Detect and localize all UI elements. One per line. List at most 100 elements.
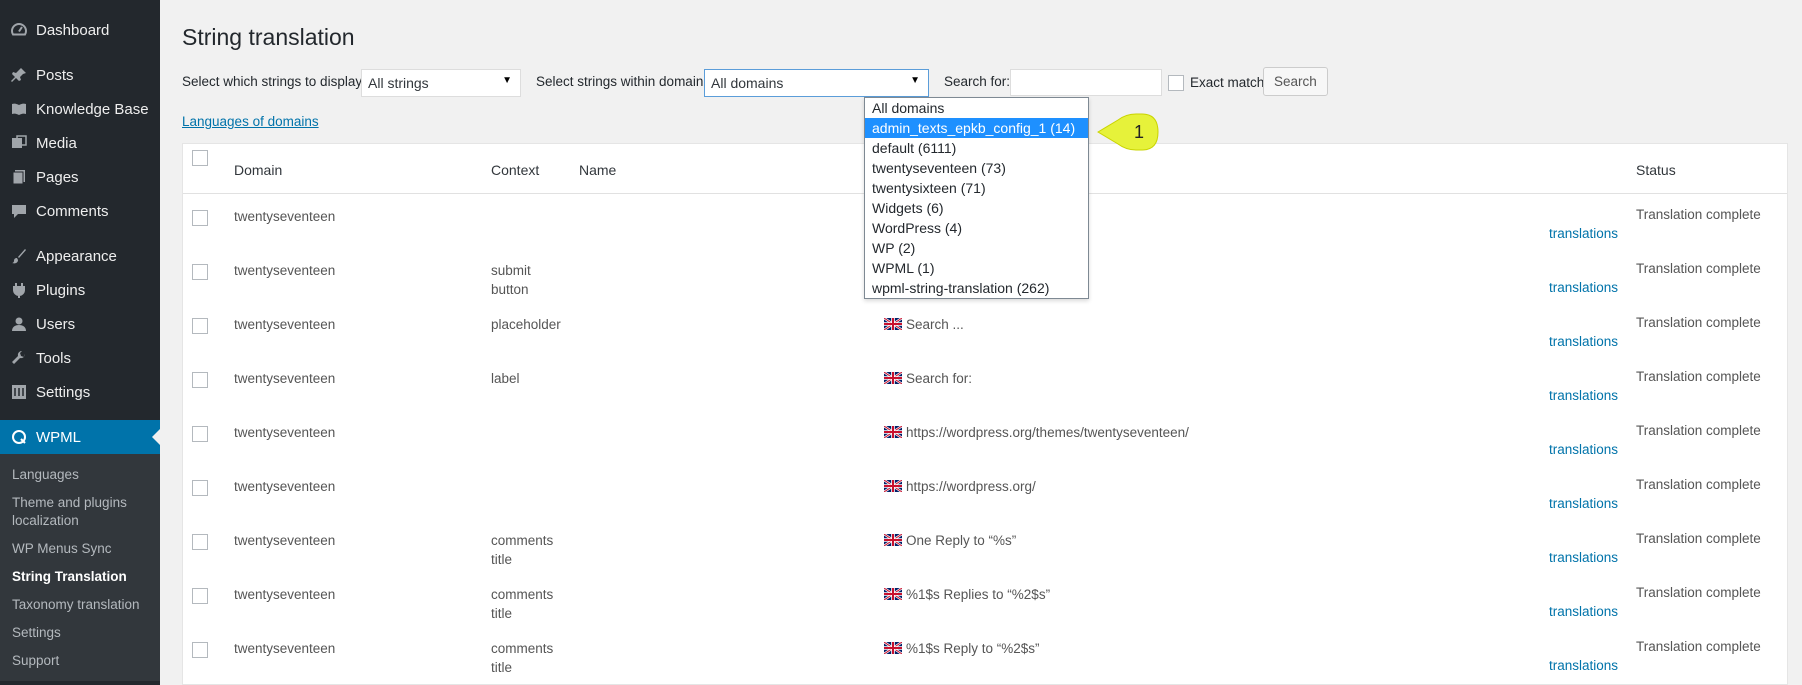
row-context: placeholder	[491, 317, 561, 332]
row-status: Translation complete	[1636, 531, 1761, 546]
sidebar-item-appearance[interactable]: Appearance	[0, 239, 160, 273]
page-title: String translation	[182, 24, 355, 50]
select-all-checkbox[interactable]	[192, 150, 208, 166]
search-input[interactable]	[1010, 69, 1162, 96]
search-label: Search for:	[944, 74, 1011, 89]
row-domain: twentyseventeen	[234, 371, 336, 386]
row-translations-link[interactable]: translations	[1549, 442, 1618, 457]
table-row: twentyseventeen comments title One Reply t…	[183, 520, 1787, 574]
plug-icon	[10, 281, 28, 299]
row-checkbox[interactable]	[192, 318, 208, 334]
table-row: twentyseventeen label Search for: translati…	[183, 358, 1787, 412]
sidebar-item-pages[interactable]: Pages	[0, 160, 160, 194]
book-icon	[10, 100, 28, 118]
row-translations-link[interactable]: translations	[1549, 226, 1618, 241]
sidebar-item-label: Comments	[36, 202, 109, 220]
display-select[interactable]: All strings ▼	[361, 69, 521, 97]
row-status: Translation complete	[1636, 477, 1761, 492]
row-translations-link[interactable]: translations	[1549, 496, 1618, 511]
submenu-item-settings[interactable]: Settings	[0, 619, 160, 647]
domain-option[interactable]: All domains	[865, 98, 1088, 118]
sidebar-item-posts[interactable]: Posts	[0, 58, 160, 92]
row-checkbox[interactable]	[192, 480, 208, 496]
row-status: Translation complete	[1636, 207, 1761, 222]
row-translations-link[interactable]: translations	[1549, 388, 1618, 403]
row-context: submit button	[491, 263, 531, 297]
exact-match-label: Exact match	[1190, 75, 1265, 90]
row-status: Translation complete	[1636, 639, 1761, 654]
row-domain: twentyseventeen	[234, 209, 336, 224]
row-domain: twentyseventeen	[234, 317, 336, 332]
sidebar-item-label: Pages	[36, 168, 79, 186]
sidebar-item-media[interactable]: Media	[0, 126, 160, 160]
uk-flag-icon	[884, 372, 902, 384]
row-domain: twentyseventeen	[234, 533, 336, 548]
row-checkbox[interactable]	[192, 426, 208, 442]
domain-option[interactable]: WP (2)	[865, 238, 1088, 258]
sidebar-item-wpml[interactable]: WPML	[0, 420, 160, 454]
table-row: twentyseventeen placeholder Search ... tran…	[183, 304, 1787, 358]
sidebar-item-comments[interactable]: Comments	[0, 194, 160, 228]
row-checkbox[interactable]	[192, 372, 208, 388]
uk-flag-icon	[884, 426, 902, 438]
row-domain: twentyseventeen	[234, 587, 336, 602]
submenu-item-theme-plugins-localization[interactable]: Theme and plugins localization	[0, 489, 160, 535]
languages-of-domains-link[interactable]: Languages of domains	[182, 114, 319, 129]
comment-icon	[10, 202, 28, 220]
header-context: Context	[491, 162, 540, 178]
domain-option[interactable]: twentysixteen (71)	[865, 178, 1088, 198]
table-row: twentyseventeen comments title %1$s Reply …	[183, 628, 1787, 682]
row-status: Translation complete	[1636, 585, 1761, 600]
media-icon	[10, 134, 28, 152]
settings-icon	[10, 383, 28, 401]
row-translations-link[interactable]: translations	[1549, 334, 1618, 349]
domain-select[interactable]: All domains ▼	[704, 69, 929, 97]
brush-icon	[10, 247, 28, 265]
sidebar-item-users[interactable]: Users	[0, 307, 160, 341]
row-checkbox[interactable]	[192, 642, 208, 658]
domain-option[interactable]: Widgets (6)	[865, 198, 1088, 218]
row-checkbox[interactable]	[192, 534, 208, 550]
uk-flag-icon	[884, 534, 902, 546]
row-status: Translation complete	[1636, 369, 1761, 384]
row-translations-link[interactable]: translations	[1549, 658, 1618, 673]
submenu-item-wp-menus-sync[interactable]: WP Menus Sync	[0, 535, 160, 563]
submenu-item-taxonomy-translation[interactable]: Taxonomy translation	[0, 591, 160, 619]
row-context: comments title	[491, 587, 554, 621]
domain-option[interactable]: WPML (1)	[865, 258, 1088, 278]
row-translations-link[interactable]: translations	[1549, 280, 1618, 295]
row-string: %1$s Reply to “%2$s”	[884, 639, 1040, 658]
submenu-item-languages[interactable]: Languages	[0, 461, 160, 489]
sidebar-item-dashboard[interactable]: Dashboard	[0, 13, 160, 47]
sidebar-item-tools[interactable]: Tools	[0, 341, 160, 375]
sidebar-item-label: Tools	[36, 349, 72, 367]
sidebar-item-settings[interactable]: Settings	[0, 375, 160, 409]
domain-option[interactable]: default (6111)	[865, 138, 1088, 158]
exact-match-checkbox[interactable]	[1168, 75, 1184, 91]
sidebar-item-plugins[interactable]: Plugins	[0, 273, 160, 307]
domain-filter-label: Select strings within domain:	[536, 74, 708, 89]
domain-option[interactable]: admin_texts_epkb_config_1 (14)	[865, 118, 1088, 138]
row-string-text: %1$s Reply to “%2$s”	[906, 641, 1040, 656]
domain-option[interactable]: WordPress (4)	[865, 218, 1088, 238]
row-checkbox[interactable]	[192, 264, 208, 280]
row-checkbox[interactable]	[192, 588, 208, 604]
search-button[interactable]: Search	[1263, 67, 1328, 96]
domain-option[interactable]: twentyseventeen (73)	[865, 158, 1088, 178]
row-checkbox[interactable]	[192, 210, 208, 226]
domain-option[interactable]: wpml-string-translation (262)	[865, 278, 1088, 298]
chevron-down-icon: ▼	[502, 75, 512, 86]
submenu-item-string-translation[interactable]: String Translation	[0, 563, 160, 591]
sidebar-item-label: Knowledge Base	[36, 100, 149, 118]
row-translations-link[interactable]: translations	[1549, 604, 1618, 619]
chevron-down-icon: ▼	[910, 75, 920, 86]
submenu-item-support[interactable]: Support	[0, 647, 160, 675]
sidebar-item-knowledge-base[interactable]: Knowledge Base	[0, 92, 160, 126]
row-status: Translation complete	[1636, 261, 1761, 276]
callout-badge: 1	[1097, 113, 1159, 151]
row-context: comments title	[491, 533, 554, 567]
row-string-text: Search ...	[906, 317, 964, 332]
row-string-text: %1$s Replies to “%2$s”	[906, 587, 1051, 602]
row-string: https://wordpress.org/themes/twentyseven…	[884, 423, 1189, 442]
row-translations-link[interactable]: translations	[1549, 550, 1618, 565]
